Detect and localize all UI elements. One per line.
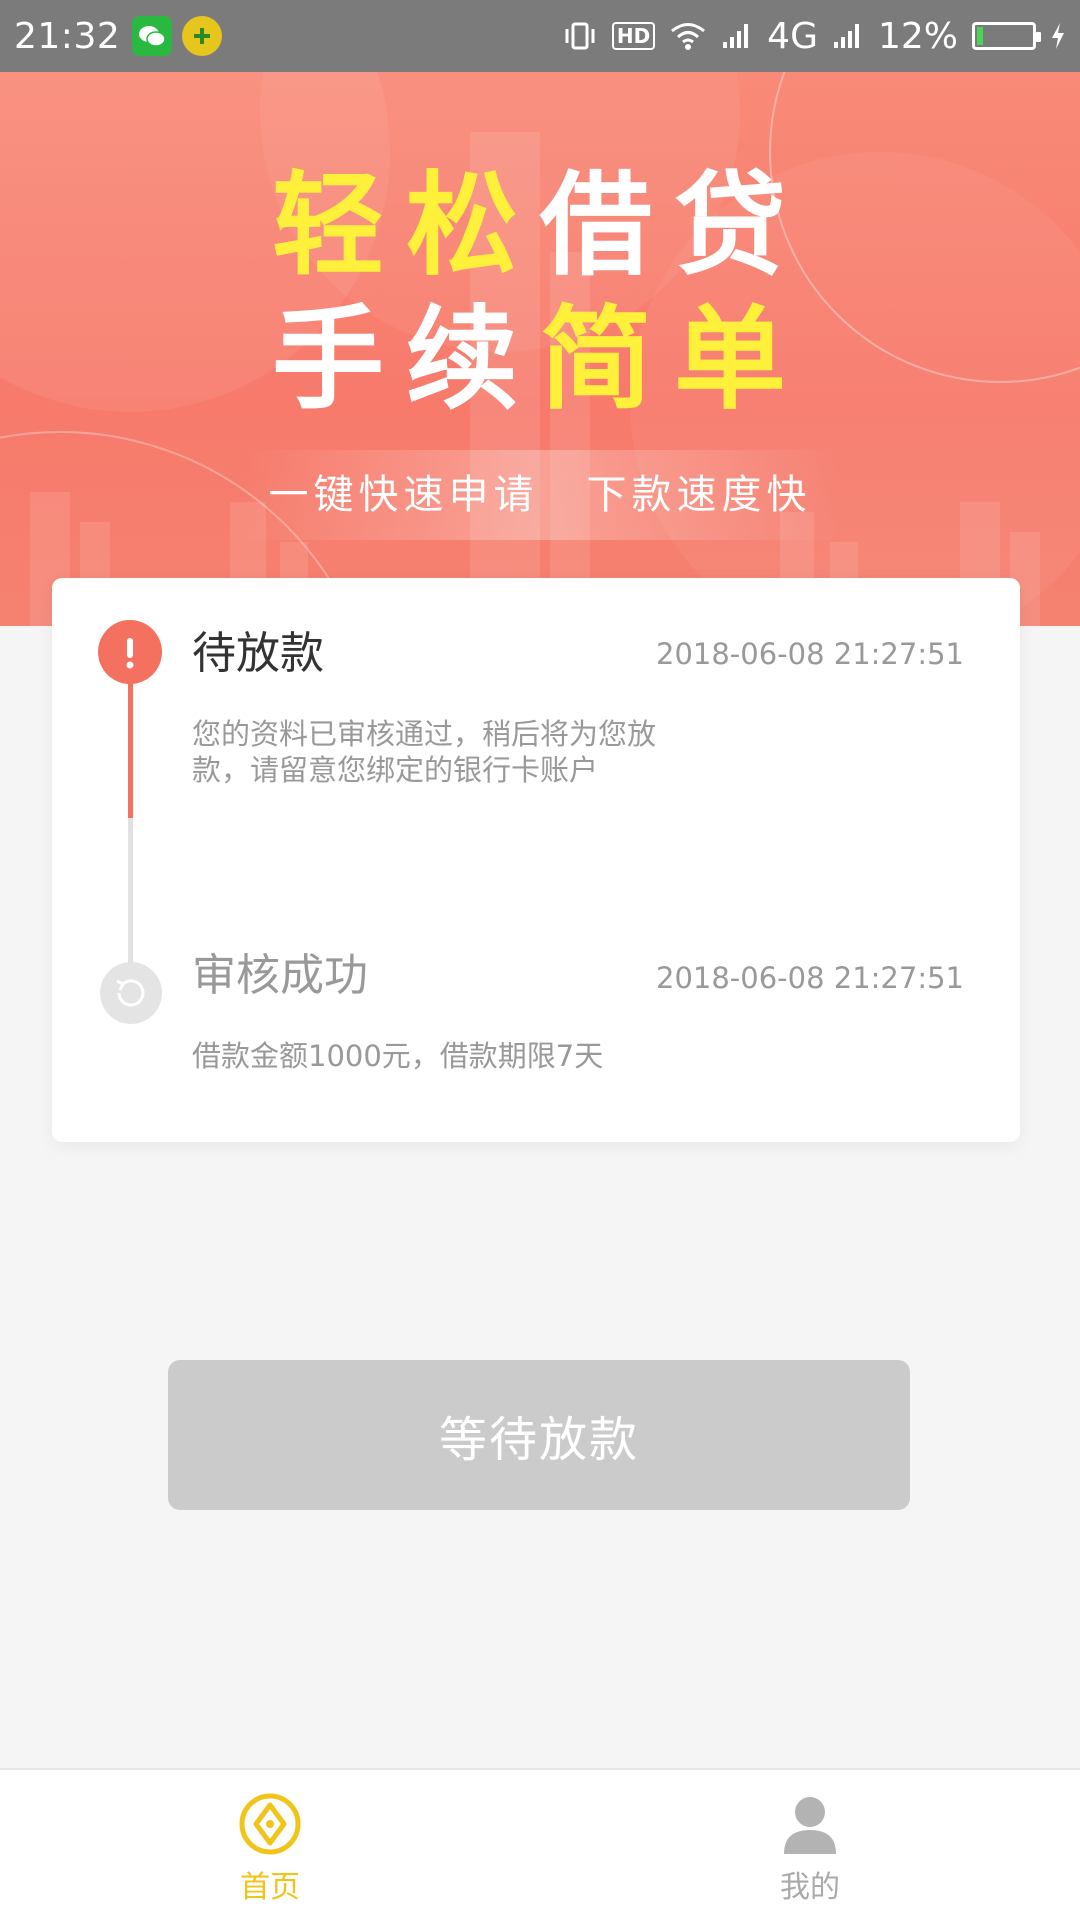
battery-icon [972, 22, 1041, 50]
hd-badge: HD [611, 22, 656, 50]
timeline-line-idle [128, 818, 133, 968]
battery-percent: 12% [877, 15, 958, 57]
bottom-nav: 首页 我的 [0, 1768, 1080, 1920]
wifi-icon [671, 23, 706, 50]
nav-item-home[interactable]: 首页 [0, 1770, 540, 1920]
coin-diamond-icon [239, 1793, 301, 1855]
step-approved-title: 审核成功 [192, 950, 368, 1001]
nav-label-mine: 我的 [780, 1870, 840, 1905]
loan-progress-card: 待放款 2018-06-08 21:27:51 您的资料已审核通过，稍后将为您放… [52, 578, 1020, 1142]
timeline-line-active [128, 668, 133, 818]
network-type: 4G [767, 15, 818, 57]
nav-label-home: 首页 [240, 1870, 300, 1905]
step-approved-description: 借款金额1000元，借款期限7天 [192, 1039, 604, 1073]
slogan-left: 一键快速申请 [268, 472, 539, 518]
charging-icon [1052, 23, 1064, 49]
signal-icon-2 [833, 24, 859, 48]
user-avatar-icon [784, 1797, 836, 1854]
nav-item-mine[interactable]: 我的 [540, 1770, 1080, 1920]
refresh-icon [100, 962, 162, 1024]
headline-line2-part2: 简单 [540, 295, 808, 425]
headline-line1: 轻松借贷 [0, 170, 1080, 282]
headline-line2-part1: 手续 [272, 295, 540, 425]
battery-fill [977, 27, 983, 45]
headline-line2: 手续简单 [0, 304, 1080, 416]
step-pending-time: 2018-06-08 21:27:51 [656, 637, 964, 671]
step-approved-time: 2018-06-08 21:27:51 [656, 961, 964, 995]
wait-disbursement-button[interactable]: 等待放款 [168, 1360, 910, 1510]
step-pending-description: 您的资料已审核通过，稍后将为您放款，请留意您绑定的银行卡账户 [192, 717, 657, 787]
exclamation-icon [98, 620, 162, 684]
promo-banner: 轻松借贷 手续简单 一键快速申请 下款速度快 [0, 72, 1080, 626]
slogan-right: 下款速度快 [586, 472, 812, 518]
loan-status-screen: 21:32 HD 4G 12% 轻松借贷 手续简单 一键快速申请 下款速度快 待… [0, 0, 1080, 1920]
status-indicators: HD 4G 12% [562, 16, 1066, 57]
vibrate-icon [565, 22, 595, 50]
headline-line1-part1: 轻松 [272, 161, 540, 291]
wechat-icon [132, 16, 173, 56]
coin-app-icon [182, 16, 223, 56]
status-bar: 21:32 HD 4G 12% [0, 0, 1080, 72]
step-pending-title: 待放款 [192, 628, 324, 679]
headline-line1-part2: 借贷 [540, 161, 808, 291]
signal-icon [723, 24, 749, 48]
status-time: 21:32 [14, 15, 121, 57]
slogan: 一键快速申请 下款速度快 [0, 462, 1080, 520]
